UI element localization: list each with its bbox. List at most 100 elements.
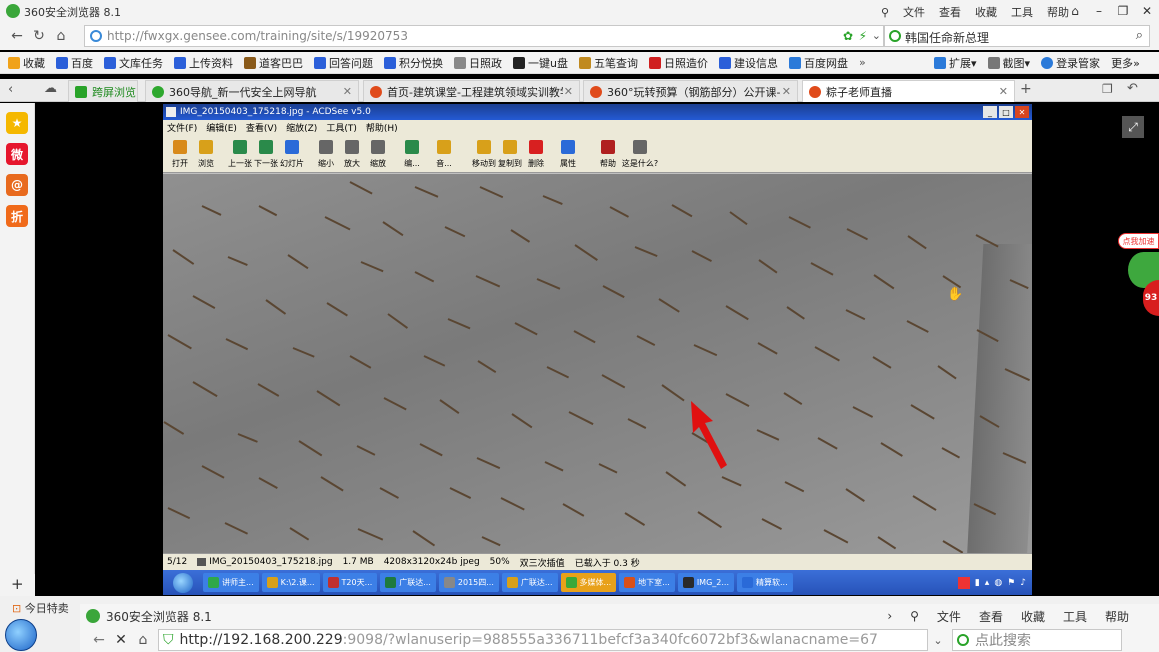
remote-taskbar-button[interactable]: 多媒体... xyxy=(560,573,617,592)
inner-back-icon[interactable]: ← xyxy=(88,632,110,648)
weibo-icon[interactable]: 微 xyxy=(6,143,28,165)
acdsee-menu-edit[interactable]: 编辑(E) xyxy=(206,121,237,134)
bookmark-item[interactable]: 一键u盘 xyxy=(513,55,568,71)
acdsee-tool-button[interactable]: 缩放 xyxy=(367,140,389,169)
home-icon[interactable]: ⌂ xyxy=(50,25,72,47)
remote-taskbar-button[interactable]: T20天... xyxy=(322,573,378,592)
acdsee-maximize-button[interactable]: □ xyxy=(999,106,1013,118)
acdsee-tool-button[interactable]: 放大 xyxy=(341,140,363,169)
sogou-input-icon[interactable] xyxy=(957,576,970,589)
search-input[interactable]: 韩国任命新总理 ⌕ xyxy=(884,25,1150,47)
start-button[interactable] xyxy=(5,619,37,651)
url-dropdown-icon[interactable]: ⌄ xyxy=(872,29,881,42)
inner-account-icon[interactable]: ⚲ xyxy=(910,609,919,623)
login-manager-button[interactable]: 登录管家 xyxy=(1041,55,1100,71)
tab-building-classroom[interactable]: 首页-建筑课堂-工程建筑领域实训教学 ✕ xyxy=(363,80,580,102)
inner-url-dropdown-icon[interactable]: ⌄ xyxy=(928,634,948,647)
menu-favorites[interactable]: 收藏 xyxy=(975,4,997,20)
tab-live-stream[interactable]: 粽子老师直播 ✕ xyxy=(802,80,1015,102)
bookmark-item[interactable]: 上传资料 xyxy=(174,55,233,71)
fullscreen-icon[interactable]: ⤢ xyxy=(1122,116,1144,138)
acdsee-tool-button[interactable]: 音... xyxy=(427,140,461,169)
acdsee-tool-button[interactable]: 缩小 xyxy=(315,140,337,169)
url-input[interactable]: http://fwxgx.gensee.com/training/site/s/… xyxy=(84,25,884,47)
bookmark-item[interactable]: 日照政 xyxy=(454,55,502,71)
remote-taskbar-button[interactable]: K:\2.课... xyxy=(261,573,320,592)
tab-scroll-left-icon[interactable]: ‹ xyxy=(8,82,13,97)
bookmark-item[interactable]: 积分悦换 xyxy=(384,55,443,71)
menu-tools[interactable]: 工具 xyxy=(1011,4,1033,20)
speed-up-badge[interactable]: 点我加速 xyxy=(1118,233,1159,249)
cloud-icon[interactable]: ☁ xyxy=(44,81,57,96)
acdsee-tool-button[interactable]: 下一张 xyxy=(254,140,278,169)
inner-menu-file[interactable]: 文件 xyxy=(937,608,961,625)
tab-cross-screen[interactable]: 跨屏浏览 xyxy=(68,80,138,102)
tray-expand-icon[interactable]: ▴ xyxy=(985,578,990,588)
sidebar-add-icon[interactable]: + xyxy=(11,575,24,593)
bookmark-item[interactable]: 百度 xyxy=(56,55,93,71)
shirt-skin-icon[interactable]: ⌂ xyxy=(1063,0,1087,22)
acdsee-menu-help[interactable]: 帮助(H) xyxy=(366,121,398,134)
inner-menu-tools[interactable]: 工具 xyxy=(1063,608,1087,625)
close-button[interactable]: ✕ xyxy=(1135,0,1159,22)
refresh-icon[interactable]: ↻ xyxy=(28,25,50,47)
bookmark-item[interactable]: 收藏 xyxy=(8,55,45,71)
new-tab-icon[interactable]: + xyxy=(1020,81,1032,97)
security-shield-icon[interactable]: ✿ xyxy=(843,29,853,43)
remote-taskbar-button[interactable]: 精算软... xyxy=(737,573,793,592)
acdsee-close-button[interactable]: ✕ xyxy=(1015,106,1029,118)
acdsee-tool-button[interactable]: 上一张 xyxy=(228,140,252,169)
acdsee-tool-button[interactable]: 属性 xyxy=(551,140,585,169)
tab-rebar-budget[interactable]: 360°玩转预算（钢筋部分）公开课-粽 ✕ xyxy=(583,80,798,102)
acdsee-tool-button[interactable]: 删除 xyxy=(525,140,547,169)
remote-taskbar-button[interactable]: 广联达... xyxy=(380,573,436,592)
inner-menu-view[interactable]: 查看 xyxy=(979,608,1003,625)
acdsee-menu-view[interactable]: 查看(V) xyxy=(246,121,277,134)
minimize-button[interactable]: – xyxy=(1087,0,1111,22)
speed-bolt-icon[interactable]: ⚡ xyxy=(859,29,867,43)
inner-menu-help[interactable]: 帮助 xyxy=(1105,608,1129,625)
screenshot-button[interactable]: 截图 ▾ xyxy=(987,55,1030,71)
tab-close-icon[interactable]: ✕ xyxy=(343,85,352,98)
menu-view[interactable]: 查看 xyxy=(939,4,961,20)
acdsee-tool-button[interactable]: 编... xyxy=(401,140,423,169)
mail-icon[interactable]: @ xyxy=(6,174,28,196)
remote-taskbar-button[interactable]: 讲师主... xyxy=(203,573,259,592)
discount-icon[interactable]: 折 xyxy=(6,205,28,227)
acdsee-tool-button[interactable]: 幻灯片 xyxy=(280,140,304,169)
tab-close-icon[interactable]: ✕ xyxy=(782,85,791,98)
account-icon[interactable]: ⚲ xyxy=(881,6,889,19)
more-button[interactable]: 更多 » xyxy=(1111,55,1140,71)
bookmark-item[interactable]: 日照造价 xyxy=(648,55,708,71)
acdsee-menu-zoom[interactable]: 缩放(Z) xyxy=(286,121,317,134)
remote-start-button[interactable] xyxy=(163,570,203,595)
inner-home-icon[interactable]: ⌂ xyxy=(132,632,154,648)
bookmark-item[interactable]: 五笔查询 xyxy=(578,55,638,71)
bookmark-item[interactable]: 建设信息 xyxy=(718,55,778,71)
restore-tabs-icon[interactable]: ❐ xyxy=(1102,82,1113,96)
search-icon[interactable]: ⌕ xyxy=(1136,28,1143,43)
remote-taskbar-button[interactable]: 2015四... xyxy=(438,573,499,592)
tab-360-navigation[interactable]: 360导航_新一代安全上网导航 ✕ xyxy=(145,80,359,102)
tray-flag-icon[interactable]: ⚑ xyxy=(1007,578,1015,588)
inner-menu-favorites[interactable]: 收藏 xyxy=(1021,608,1045,625)
acdsee-tool-button[interactable]: 浏览 xyxy=(195,140,217,169)
bookmark-item[interactable]: 道客巴巴 xyxy=(244,55,303,71)
remote-taskbar-button[interactable]: IMG_2... xyxy=(677,573,734,592)
inner-url-input[interactable]: ⛉ http://192.168.200.229 :9098/?wlanuser… xyxy=(158,629,928,651)
bookmarks-more-icon[interactable]: » xyxy=(859,56,866,69)
acdsee-menu-tools[interactable]: 工具(T) xyxy=(326,121,357,134)
acdsee-tool-button[interactable]: 移动到 xyxy=(472,140,496,169)
extensions-button[interactable]: 扩展 ▾ xyxy=(934,55,977,71)
tab-close-icon[interactable]: ✕ xyxy=(999,85,1008,98)
inner-search-input[interactable]: 点此搜索 xyxy=(952,629,1122,651)
todays-deals[interactable]: ⊡ 今日特卖 xyxy=(12,600,69,616)
remote-taskbar-button[interactable]: 广联达... xyxy=(501,573,558,592)
inner-chevron-icon[interactable]: › xyxy=(887,609,892,623)
acdsee-tool-button[interactable]: 帮助 xyxy=(597,140,619,169)
bookmark-item[interactable]: 回答问题 xyxy=(314,55,373,71)
back-arrow-icon[interactable]: ← xyxy=(6,25,28,47)
acdsee-tool-button[interactable]: 打开 xyxy=(169,140,191,169)
acdsee-tool-button[interactable]: 这是什么? xyxy=(622,140,658,169)
maximize-button[interactable]: ❐ xyxy=(1111,0,1135,22)
